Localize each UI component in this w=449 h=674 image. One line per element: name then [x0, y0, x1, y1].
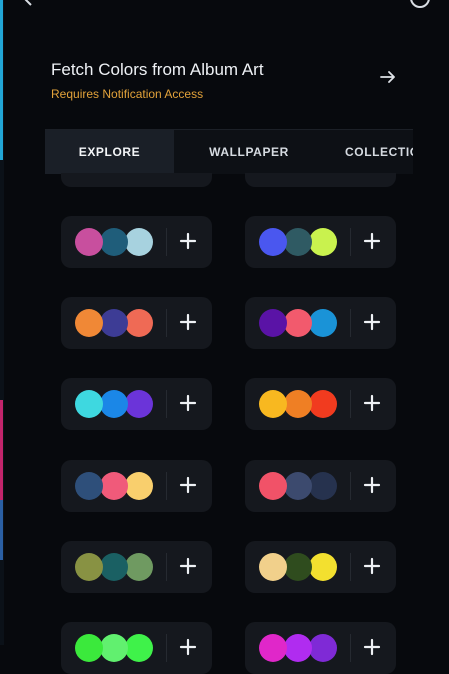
palette-card[interactable]	[245, 541, 396, 593]
palette-grid	[0, 0, 449, 674]
palette-card-partial[interactable]	[245, 173, 396, 187]
color-swatch	[259, 472, 287, 500]
color-swatch	[309, 228, 337, 256]
palette-swatches	[259, 390, 339, 418]
palette-card[interactable]	[61, 541, 212, 593]
palette-swatches	[259, 228, 339, 256]
color-swatch	[284, 634, 312, 662]
palette-card[interactable]	[245, 216, 396, 268]
plus-icon[interactable]	[173, 551, 203, 581]
color-swatch	[284, 553, 312, 581]
color-swatch	[309, 634, 337, 662]
palette-card[interactable]	[245, 378, 396, 430]
palette-swatches	[75, 309, 155, 337]
color-swatch	[284, 228, 312, 256]
card-divider	[350, 228, 351, 256]
palette-swatches	[259, 553, 339, 581]
color-swatch	[100, 309, 128, 337]
color-swatch	[309, 553, 337, 581]
palette-card[interactable]	[245, 297, 396, 349]
color-swatch	[125, 472, 153, 500]
palette-card[interactable]	[61, 460, 212, 512]
color-swatch	[259, 390, 287, 418]
palette-card[interactable]	[61, 378, 212, 430]
color-swatch	[284, 309, 312, 337]
color-swatch	[100, 634, 128, 662]
card-divider	[166, 553, 167, 581]
color-swatch	[100, 228, 128, 256]
palette-swatches	[259, 472, 339, 500]
card-divider	[166, 228, 167, 256]
color-swatch	[75, 228, 103, 256]
palette-swatches	[75, 472, 155, 500]
plus-icon[interactable]	[173, 632, 203, 662]
color-swatch	[100, 472, 128, 500]
palette-card[interactable]	[245, 622, 396, 674]
color-swatch	[284, 390, 312, 418]
color-swatch	[125, 309, 153, 337]
plus-icon[interactable]	[357, 388, 387, 418]
color-swatch	[75, 309, 103, 337]
palette-swatches	[75, 553, 155, 581]
color-swatch	[259, 553, 287, 581]
color-swatch	[125, 553, 153, 581]
card-divider	[350, 472, 351, 500]
card-divider	[350, 390, 351, 418]
plus-icon[interactable]	[357, 470, 387, 500]
color-swatch	[75, 553, 103, 581]
palette-swatches	[259, 309, 339, 337]
plus-icon[interactable]	[357, 632, 387, 662]
card-divider	[166, 634, 167, 662]
palette-swatches	[75, 634, 155, 662]
color-swatch	[125, 228, 153, 256]
palette-card[interactable]	[61, 622, 212, 674]
color-swatch	[309, 472, 337, 500]
plus-icon[interactable]	[173, 226, 203, 256]
plus-icon[interactable]	[173, 307, 203, 337]
palette-card-partial[interactable]	[61, 173, 212, 187]
color-swatch	[75, 634, 103, 662]
plus-icon[interactable]	[357, 551, 387, 581]
card-divider	[166, 309, 167, 337]
palette-card[interactable]	[61, 216, 212, 268]
color-swatch	[125, 390, 153, 418]
card-divider	[350, 634, 351, 662]
color-swatch	[100, 553, 128, 581]
color-swatch	[309, 309, 337, 337]
palette-card[interactable]	[245, 460, 396, 512]
plus-icon[interactable]	[173, 388, 203, 418]
palette-card[interactable]	[61, 297, 212, 349]
color-swatch	[284, 472, 312, 500]
color-swatch	[75, 390, 103, 418]
color-swatch	[100, 390, 128, 418]
card-divider	[166, 390, 167, 418]
color-swatch	[125, 634, 153, 662]
color-swatch	[259, 634, 287, 662]
color-swatch	[75, 472, 103, 500]
palette-swatches	[75, 390, 155, 418]
color-swatch	[259, 228, 287, 256]
plus-icon[interactable]	[357, 307, 387, 337]
palette-swatches	[75, 228, 155, 256]
color-swatch	[309, 390, 337, 418]
card-divider	[350, 309, 351, 337]
card-divider	[166, 472, 167, 500]
color-swatch	[259, 309, 287, 337]
palette-swatches	[259, 634, 339, 662]
plus-icon[interactable]	[357, 226, 387, 256]
card-divider	[350, 553, 351, 581]
plus-icon[interactable]	[173, 470, 203, 500]
